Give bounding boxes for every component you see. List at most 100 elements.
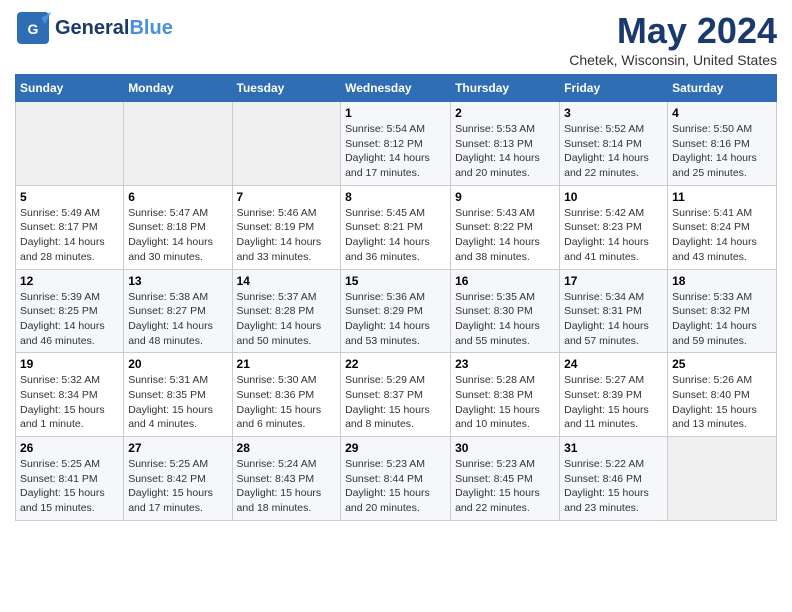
day-number: 28 xyxy=(237,441,337,455)
calendar-cell: 27Sunrise: 5:25 AM Sunset: 8:42 PM Dayli… xyxy=(124,437,232,521)
calendar-cell: 26 Sunrise: 5:25 AM Sunset: 8:41 PM Dayli… xyxy=(16,437,124,521)
calendar-cell: 14Sunrise: 5:37 AM Sunset: 8:28 PM Dayli… xyxy=(232,269,341,353)
day-info: Sunrise: 5:43 AM Sunset: 8:22 PM Dayligh… xyxy=(455,206,555,265)
calendar-cell: 8Sunrise: 5:45 AM Sunset: 8:21 PM Daylig… xyxy=(341,185,451,269)
calendar-cell: 22Sunrise: 5:29 AM Sunset: 8:37 PM Dayli… xyxy=(341,353,451,437)
day-number: 21 xyxy=(237,357,337,371)
day-info: Sunrise: 5:30 AM Sunset: 8:36 PM Dayligh… xyxy=(237,373,337,432)
day-number: 26 xyxy=(20,441,119,455)
calendar-cell: 21 Sunrise: 5:30 AM Sunset: 8:36 PM Dayli… xyxy=(232,353,341,437)
title-block: May 2024 Chetek, Wisconsin, United State… xyxy=(569,10,777,68)
calendar-cell: 16 Sunrise: 5:35 AM Sunset: 8:30 PM Dayli… xyxy=(451,269,560,353)
column-header-friday: Friday xyxy=(560,75,668,102)
day-number: 16 xyxy=(455,274,555,288)
day-number: 12 xyxy=(20,274,119,288)
calendar-cell: 11 Sunrise: 5:41 AM Sunset: 8:24 PM Dayli… xyxy=(668,185,777,269)
day-number: 27 xyxy=(128,441,227,455)
day-info: Sunrise: 5:53 AM Sunset: 8:13 PM Dayligh… xyxy=(455,122,555,181)
day-number: 4 xyxy=(672,106,772,120)
day-number: 2 xyxy=(455,106,555,120)
day-number: 23 xyxy=(455,357,555,371)
calendar-cell: 1Sunrise: 5:54 AM Sunset: 8:12 PM Daylig… xyxy=(341,102,451,186)
column-header-wednesday: Wednesday xyxy=(341,75,451,102)
day-info: Sunrise: 5:41 AM Sunset: 8:24 PM Dayligh… xyxy=(672,206,772,265)
day-number: 18 xyxy=(672,274,772,288)
calendar-cell: 24Sunrise: 5:27 AM Sunset: 8:39 PM Dayli… xyxy=(560,353,668,437)
day-number: 25 xyxy=(672,357,772,371)
day-info: Sunrise: 5:25 AM Sunset: 8:41 PM Dayligh… xyxy=(20,457,119,516)
calendar-cell: 2 Sunrise: 5:53 AM Sunset: 8:13 PM Daylig… xyxy=(451,102,560,186)
day-number: 10 xyxy=(564,190,663,204)
day-info: Sunrise: 5:23 AM Sunset: 8:45 PM Dayligh… xyxy=(455,457,555,516)
day-info: Sunrise: 5:50 AM Sunset: 8:16 PM Dayligh… xyxy=(672,122,772,181)
day-number: 11 xyxy=(672,190,772,204)
day-info: Sunrise: 5:24 AM Sunset: 8:43 PM Dayligh… xyxy=(237,457,337,516)
calendar-cell: 31 Sunrise: 5:22 AM Sunset: 8:46 PM Dayli… xyxy=(560,437,668,521)
calendar-cell: 28 Sunrise: 5:24 AM Sunset: 8:43 PM Dayli… xyxy=(232,437,341,521)
day-info: Sunrise: 5:28 AM Sunset: 8:38 PM Dayligh… xyxy=(455,373,555,432)
day-number: 15 xyxy=(345,274,446,288)
logo-general: General xyxy=(55,17,129,39)
logo-blue: Blue xyxy=(129,17,172,39)
calendar-cell: 6Sunrise: 5:47 AM Sunset: 8:18 PM Daylig… xyxy=(124,185,232,269)
calendar-cell: 17 Sunrise: 5:34 AM Sunset: 8:31 PM Dayli… xyxy=(560,269,668,353)
calendar-cell: 20 Sunrise: 5:31 AM Sunset: 8:35 PM Dayli… xyxy=(124,353,232,437)
logo-icon: G xyxy=(15,10,51,46)
day-info: Sunrise: 5:26 AM Sunset: 8:40 PM Dayligh… xyxy=(672,373,772,432)
day-info: Sunrise: 5:33 AM Sunset: 8:32 PM Dayligh… xyxy=(672,290,772,349)
calendar-cell: 9 Sunrise: 5:43 AM Sunset: 8:22 PM Daylig… xyxy=(451,185,560,269)
week-row-2: 5Sunrise: 5:49 AM Sunset: 8:17 PM Daylig… xyxy=(16,185,777,269)
day-info: Sunrise: 5:36 AM Sunset: 8:29 PM Dayligh… xyxy=(345,290,446,349)
column-header-monday: Monday xyxy=(124,75,232,102)
week-row-3: 12 Sunrise: 5:39 AM Sunset: 8:25 PM Dayli… xyxy=(16,269,777,353)
day-info: Sunrise: 5:47 AM Sunset: 8:18 PM Dayligh… xyxy=(128,206,227,265)
day-info: Sunrise: 5:32 AM Sunset: 8:34 PM Dayligh… xyxy=(20,373,119,432)
day-info: Sunrise: 5:37 AM Sunset: 8:28 PM Dayligh… xyxy=(237,290,337,349)
calendar-cell: 3 Sunrise: 5:52 AM Sunset: 8:14 PM Daylig… xyxy=(560,102,668,186)
calendar-cell: 30Sunrise: 5:23 AM Sunset: 8:45 PM Dayli… xyxy=(451,437,560,521)
column-header-saturday: Saturday xyxy=(668,75,777,102)
day-number: 13 xyxy=(128,274,227,288)
calendar-cell: 15 Sunrise: 5:36 AM Sunset: 8:29 PM Dayli… xyxy=(341,269,451,353)
logo: G GeneralBlue xyxy=(15,10,173,46)
day-info: Sunrise: 5:46 AM Sunset: 8:19 PM Dayligh… xyxy=(237,206,337,265)
calendar-cell xyxy=(668,437,777,521)
calendar-cell: 29Sunrise: 5:23 AM Sunset: 8:44 PM Dayli… xyxy=(341,437,451,521)
page-header: G GeneralBlue May 2024 Chetek, Wisconsin… xyxy=(15,10,777,68)
day-info: Sunrise: 5:52 AM Sunset: 8:14 PM Dayligh… xyxy=(564,122,663,181)
day-number: 17 xyxy=(564,274,663,288)
calendar-cell: 13Sunrise: 5:38 AM Sunset: 8:27 PM Dayli… xyxy=(124,269,232,353)
day-number: 3 xyxy=(564,106,663,120)
calendar-cell xyxy=(16,102,124,186)
day-info: Sunrise: 5:39 AM Sunset: 8:25 PM Dayligh… xyxy=(20,290,119,349)
week-row-4: 19 Sunrise: 5:32 AM Sunset: 8:34 PM Dayli… xyxy=(16,353,777,437)
week-row-1: 1Sunrise: 5:54 AM Sunset: 8:12 PM Daylig… xyxy=(16,102,777,186)
day-number: 31 xyxy=(564,441,663,455)
day-info: Sunrise: 5:31 AM Sunset: 8:35 PM Dayligh… xyxy=(128,373,227,432)
day-info: Sunrise: 5:22 AM Sunset: 8:46 PM Dayligh… xyxy=(564,457,663,516)
day-number: 7 xyxy=(237,190,337,204)
calendar-cell: 25 Sunrise: 5:26 AM Sunset: 8:40 PM Dayli… xyxy=(668,353,777,437)
logo-text: GeneralBlue xyxy=(55,17,173,39)
calendar-cell: 10Sunrise: 5:42 AM Sunset: 8:23 PM Dayli… xyxy=(560,185,668,269)
calendar-cell: 19 Sunrise: 5:32 AM Sunset: 8:34 PM Dayli… xyxy=(16,353,124,437)
day-info: Sunrise: 5:49 AM Sunset: 8:17 PM Dayligh… xyxy=(20,206,119,265)
day-headers-row: SundayMondayTuesdayWednesdayThursdayFrid… xyxy=(16,75,777,102)
day-info: Sunrise: 5:45 AM Sunset: 8:21 PM Dayligh… xyxy=(345,206,446,265)
day-number: 19 xyxy=(20,357,119,371)
calendar-cell xyxy=(124,102,232,186)
day-number: 20 xyxy=(128,357,227,371)
calendar-cell: 5Sunrise: 5:49 AM Sunset: 8:17 PM Daylig… xyxy=(16,185,124,269)
calendar-cell xyxy=(232,102,341,186)
day-number: 1 xyxy=(345,106,446,120)
week-row-5: 26 Sunrise: 5:25 AM Sunset: 8:41 PM Dayli… xyxy=(16,437,777,521)
calendar-table: SundayMondayTuesdayWednesdayThursdayFrid… xyxy=(15,74,777,521)
day-info: Sunrise: 5:35 AM Sunset: 8:30 PM Dayligh… xyxy=(455,290,555,349)
calendar-cell: 12 Sunrise: 5:39 AM Sunset: 8:25 PM Dayli… xyxy=(16,269,124,353)
column-header-sunday: Sunday xyxy=(16,75,124,102)
day-number: 9 xyxy=(455,190,555,204)
calendar-cell: 18 Sunrise: 5:33 AM Sunset: 8:32 PM Dayli… xyxy=(668,269,777,353)
calendar-cell: 7 Sunrise: 5:46 AM Sunset: 8:19 PM Daylig… xyxy=(232,185,341,269)
day-info: Sunrise: 5:34 AM Sunset: 8:31 PM Dayligh… xyxy=(564,290,663,349)
calendar-cell: 23 Sunrise: 5:28 AM Sunset: 8:38 PM Dayli… xyxy=(451,353,560,437)
